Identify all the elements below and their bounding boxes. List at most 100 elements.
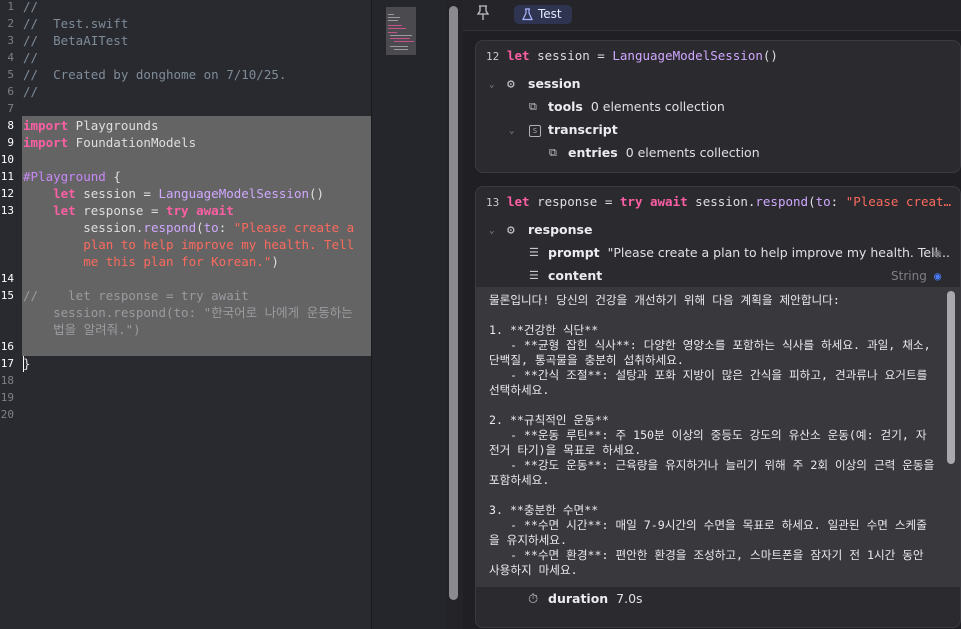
code-token: 법을 알려줘."): [23, 322, 141, 337]
chevron-down-icon[interactable]: ⌄: [509, 126, 514, 136]
line-number: 5: [7, 68, 14, 81]
content-scrollbar-thumb[interactable]: [947, 291, 955, 464]
line-number: 9: [7, 136, 14, 149]
code-line: session.respond(to: "한국어로 나에게 운동하는: [23, 304, 353, 321]
code-token: let: [507, 194, 530, 209]
code-token: await: [650, 194, 688, 209]
code-line: plan to help improve my health. Tell: [23, 236, 354, 253]
line-number: 14: [0, 272, 14, 285]
session-result-card: 12 let session = LanguageModelSession() …: [475, 40, 961, 173]
code-line: import FoundationModels: [23, 134, 196, 151]
code-token: {: [105, 169, 121, 184]
chevron-down-icon[interactable]: ⌄: [489, 226, 494, 236]
line-number: 4: [7, 51, 14, 64]
code-token: respond: [755, 194, 809, 209]
code-token: // let response = try await: [23, 288, 249, 303]
code-line: let session = LanguageModelSession(): [23, 185, 324, 202]
code-line: import Playgrounds: [23, 117, 158, 134]
minimap[interactable]: [371, 0, 446, 629]
code-editor[interactable]: 1 // 2 // Test.swift 3 // BetaAITest 4 // 5 // Cr…: [0, 0, 371, 629]
code-token: ): [271, 254, 279, 269]
line-number: 16: [0, 340, 14, 353]
struct-icon: S: [529, 125, 541, 137]
card-code-line: let session = LanguageModelSession(): [507, 48, 778, 63]
line-number: 13: [0, 204, 14, 217]
code-token: me this plan for Korean.": [23, 254, 272, 269]
text-caret: [23, 356, 24, 372]
code-token: LanguageModelSession: [612, 48, 763, 63]
stopwatch-icon: ⏱: [528, 592, 539, 607]
tools-row[interactable]: tools 0 elements collection: [548, 96, 725, 118]
line-number: 2: [7, 17, 14, 30]
line-number: 13: [486, 196, 500, 209]
chevron-down-icon[interactable]: ⌄: [489, 80, 494, 90]
code-token: "Please create a: [233, 220, 355, 235]
code-line: //: [23, 49, 38, 66]
content-row[interactable]: content: [548, 265, 602, 287]
code-token: respond: [143, 220, 197, 235]
code-token: import: [23, 135, 69, 150]
code-line: session.respond(to: "Please create a: [23, 219, 354, 236]
line-number: 12: [0, 187, 14, 200]
transcript-row[interactable]: transcript: [548, 119, 618, 141]
canvas-toolbar: Test: [463, 0, 961, 31]
code-line: // Created by donghome on 7/10/25.: [23, 66, 286, 83]
code-token: try: [166, 203, 189, 218]
code-token: let: [507, 48, 530, 63]
code-token: #Playground: [23, 169, 106, 184]
response-result-card: 13 let response = try await session.resp…: [475, 186, 961, 628]
code-line: // Test.swift: [23, 15, 128, 32]
content-text-view[interactable]: 물론입니다! 당신의 건강을 개선하기 위해 다음 계획을 제안합니다: 1. …: [476, 287, 960, 587]
response-row[interactable]: response: [528, 219, 592, 241]
minimap-line: [390, 38, 410, 39]
line-number: 11: [0, 170, 14, 183]
minimap-line: [394, 49, 408, 50]
code-token: //: [23, 50, 39, 65]
code-line: //: [23, 83, 38, 100]
code-token: session.: [23, 220, 144, 235]
code-token: to: [203, 220, 219, 235]
text-field-icon: ☰: [529, 246, 539, 259]
content-type-label: String: [891, 269, 927, 283]
code-token: try: [619, 194, 643, 209]
minimap-line: [388, 25, 402, 26]
code-token: session =: [529, 48, 613, 63]
minimap-line: [388, 20, 398, 21]
line-number: 12: [486, 50, 500, 63]
eye-icon-active[interactable]: ◉: [934, 269, 941, 283]
code-token: plan to help improve my health. Tell: [23, 237, 355, 252]
pin-icon[interactable]: [476, 5, 492, 23]
code-token: let: [53, 186, 76, 201]
line-number: 8: [7, 119, 14, 132]
editor-scrollbar[interactable]: [445, 0, 463, 629]
eye-icon[interactable]: ◉: [934, 246, 941, 260]
line-number: 1: [7, 0, 14, 13]
code-token: // Created by donghome on 7/10/25.: [23, 67, 287, 82]
code-token: session.respond(to: "한국어로 나에게 운동하는: [23, 305, 353, 320]
code-line: //: [23, 0, 38, 15]
line-number: 6: [7, 85, 14, 98]
code-token: FoundationModels: [68, 135, 197, 150]
prompt-row[interactable]: prompt "Please create a plan to help imp…: [548, 242, 950, 264]
content-text: 물론입니다! 당신의 건강을 개선하기 위해 다음 계획을 제안합니다: 1. …: [489, 293, 935, 577]
code-token: // Test.swift: [23, 16, 129, 31]
editor-scrollbar-thumb[interactable]: [449, 6, 458, 600]
code-token: to: [815, 194, 831, 209]
gear-icon: ⚙: [507, 223, 515, 238]
line-number: 17: [0, 357, 14, 370]
entries-row[interactable]: entries 0 elements collection: [568, 142, 760, 164]
collection-icon: ⧉: [549, 146, 557, 159]
code-token: (: [808, 194, 816, 209]
session-row[interactable]: session: [528, 73, 581, 95]
code-line: #Playground {: [23, 168, 121, 185]
code-token: session =: [75, 186, 159, 201]
code-token: //: [23, 0, 39, 14]
tab-test[interactable]: Test: [514, 5, 572, 24]
code-token: await: [196, 203, 234, 218]
card-code-line: let response = try await session.respond…: [507, 194, 951, 209]
card-header: 13 let response = try await session.resp…: [476, 187, 960, 219]
flask-icon: [522, 5, 533, 27]
code-token: response =: [529, 194, 620, 209]
code-token: session.: [687, 194, 756, 209]
